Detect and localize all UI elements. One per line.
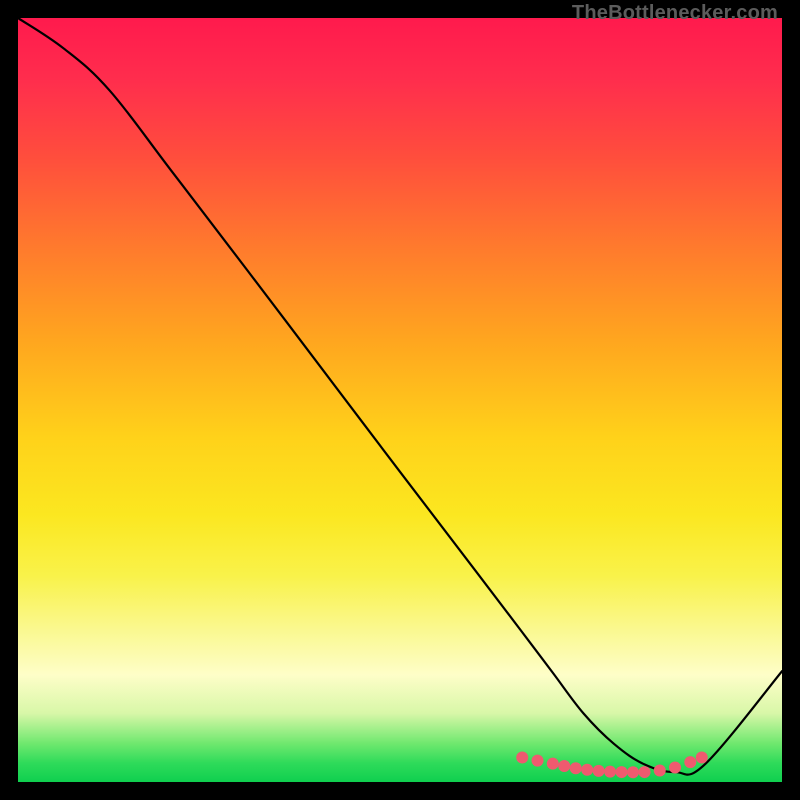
- chart-container: TheBottlenecker.com: [0, 0, 800, 800]
- marker-dot: [654, 765, 666, 777]
- marker-dot: [669, 761, 681, 773]
- marker-dot: [547, 758, 559, 770]
- plot-area: [18, 18, 782, 782]
- highlight-markers: [516, 752, 708, 779]
- marker-dot: [616, 766, 628, 778]
- curve-line: [18, 18, 782, 775]
- marker-dot: [604, 766, 616, 778]
- chart-overlay: [18, 18, 782, 782]
- marker-dot: [570, 762, 582, 774]
- marker-dot: [532, 755, 544, 767]
- marker-dot: [638, 766, 650, 778]
- marker-dot: [627, 766, 639, 778]
- marker-dot: [696, 752, 708, 764]
- marker-dot: [684, 756, 696, 768]
- attribution-label: TheBottlenecker.com: [572, 2, 778, 25]
- marker-dot: [581, 764, 593, 776]
- marker-dot: [558, 760, 570, 772]
- marker-dot: [516, 752, 528, 764]
- marker-dot: [593, 765, 605, 777]
